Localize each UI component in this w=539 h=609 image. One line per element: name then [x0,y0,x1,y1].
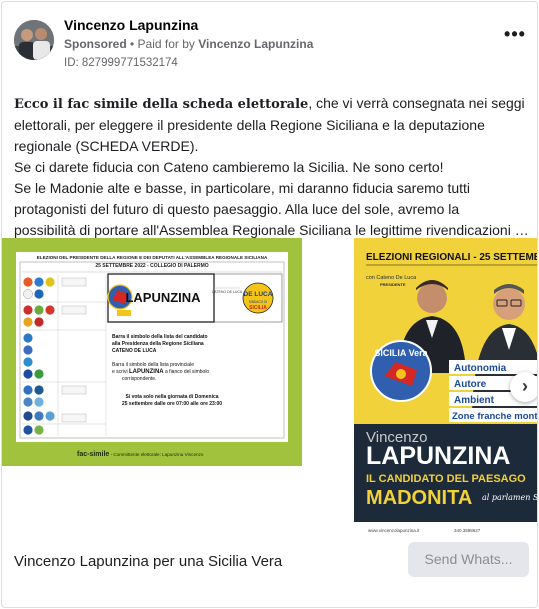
send-whatsapp-button[interactable]: Send Whats... [408,542,529,577]
poster-with: con Cateno De Luca [366,275,417,281]
post-header: Vincenzo Lapunzina Sponsored • Paid for … [14,16,527,72]
carousel-slide-ballot[interactable]: ELEZIONI DEL PRESIDENTE DELLA REGIONE E … [2,238,302,466]
ballot-candidate-name: LAPUNZINA [125,290,201,305]
paid-for-name[interactable]: Vincenzo Lapunzina [198,37,313,51]
poster-tag-2: Autore [454,379,487,390]
sponsored-label: Sponsored [64,37,127,51]
page-name[interactable]: Vincenzo Lapunzina [64,17,198,33]
ad-footer: Vincenzo Lapunzina per una Sicilia Vera … [14,542,529,578]
message-line-1-rest: , che vi verrà consegnata nei seggi [308,95,525,111]
ad-id: ID: 827999771532174 [64,57,178,69]
poster-tag-3: Ambient [454,395,495,406]
instruction-4: Barra il simbolo della lista provinciale [112,362,194,368]
cateno-label: CATENO DE LUCA [212,290,243,294]
poster-madonita: MADONITA [366,487,472,509]
vote-line-2: 25 settembre dalle ore 07:00 alle ore 23… [122,401,222,407]
instruction-5-name: LAPUNZINA [129,369,164,375]
svg-text:fac-simile - Committente elett: fac-simile - Committente elettorale: Lap… [77,451,204,458]
poster-logo-text: SICILIA Vera [374,348,428,358]
ballot-image: ELEZIONI DEL PRESIDENTE DELLA REGIONE E … [2,238,302,466]
cta-headline[interactable]: Vincenzo Lapunzina per una Sicilia Vera [14,553,282,570]
instruction-1: Barra il simbolo della lista del candida… [112,334,208,340]
poster-with-role: PRESIDENTE [380,282,406,287]
ballot-footer-bold: fac-simile [77,451,109,458]
message-bold-intro: Ecco il fac simile della scheda elettora… [14,97,309,112]
sicilia-label: SICILIA [249,305,267,311]
ballot-header-2: 25 SETTEMBRE 2022 - COLLEGIO DI PALERMO [95,263,208,269]
instruction-2: alla Presidenza della Regione Siciliana [112,341,204,347]
avatar-image [14,20,54,60]
ballot-header-1: ELEZIONI DEL PRESIDENTE DELLA REGIONE E … [37,255,268,260]
poster-tagline: IL CANDIDATO DEL PAESAGO [366,473,526,485]
instruction-5-prefix: e scrivi [112,369,129,375]
svg-text:e scrivi LAPUNZINA a fianco de: e scrivi LAPUNZINA a fianco del simbolo [112,369,209,375]
de-luca-label: DE LUCA [244,291,273,298]
poster-last-name: LAPUNZINA [366,442,510,470]
poster-phone: 340.3598627 [454,528,481,533]
vote-line-1: Si vota solo nella giornata di Domenica [125,394,218,400]
post-message: Ecco il fac simile della scheda elettora… [14,93,529,241]
sponsored-post: Vincenzo Lapunzina Sponsored • Paid for … [1,1,538,608]
avatar[interactable] [14,20,54,60]
poster-header: ELEZIONI REGIONALI - 25 SETTEMBRE 20 [366,252,538,263]
instruction-6: corrispondente. [122,376,156,382]
message-line-6: protagonisti del futuro di questo paesag… [14,201,460,217]
message-line-5: Se le Madonie alte e basse, in particola… [14,180,471,196]
poster-parlamento: al parlamen Siciliano [482,493,538,502]
message-line: Ecco il fac simile della scheda elettora… [14,93,529,115]
message-line-2: elettorali, per eleggere il presidente d… [14,117,485,133]
image-carousel[interactable]: ELEZIONI DEL PRESIDENTE DELLA REGIONE E … [2,238,538,538]
paid-for-label: Paid for by [137,37,199,51]
sindaco-label: SINDACO DI [249,300,268,304]
message-line-3: regionale (SCHEDA VERDE). [14,138,199,154]
instruction-5-suffix: a fianco del simbolo [164,369,210,375]
message-line-4: Se ci darete fiducia con Cateno cambiere… [14,159,444,175]
separator: • [126,37,138,51]
more-options-icon[interactable]: ••• [503,25,527,48]
carousel-next-button[interactable]: › [510,372,537,402]
chevron-right-icon: › [522,376,528,396]
ballot-footer-rest: - Committente elettorale: Lapunzina Vinc… [109,452,204,457]
poster-tag-1: Autonomia [454,363,507,374]
instruction-3: CATENO DE LUCA [112,348,157,354]
poster-tag-4: Zone franche mont [452,411,538,422]
poster-website: www.vincenzolapunzina.it [368,528,420,533]
sponsored-line: Sponsored • Paid for by Vincenzo Lapunzi… [64,37,313,51]
